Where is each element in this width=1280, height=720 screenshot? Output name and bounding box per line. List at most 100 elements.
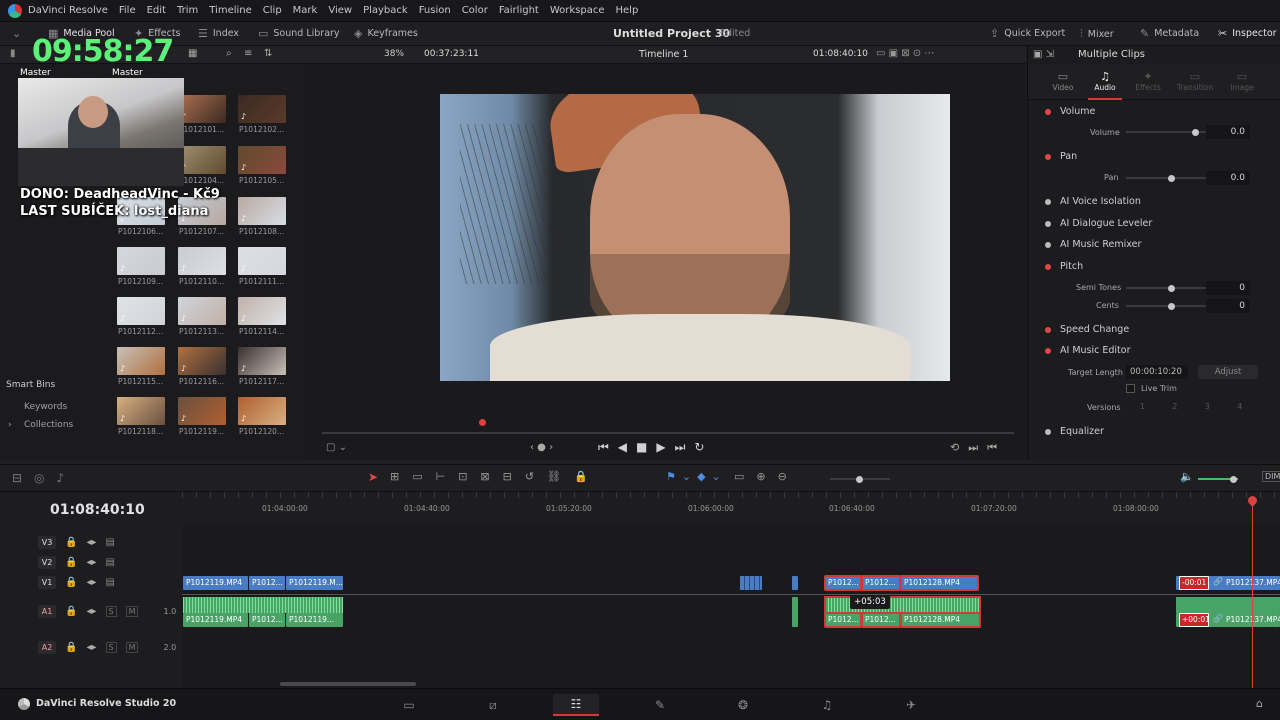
lock-icon[interactable]: 🔒 (65, 577, 77, 588)
video-clip[interactable]: P1012119.M... (286, 576, 343, 590)
menu-view[interactable]: View (328, 5, 352, 16)
mute-button[interactable]: M (125, 641, 139, 653)
volume-section[interactable]: Volume (1045, 106, 1095, 117)
menu-edit[interactable]: Edit (147, 5, 166, 16)
enable-dot-icon[interactable] (1045, 263, 1051, 270)
menu-fusion[interactable]: Fusion (419, 5, 451, 16)
selected-video-clip[interactable]: P1012... (861, 575, 901, 591)
image-tab[interactable]: ▭ Image (1224, 70, 1260, 92)
selected-video-clip[interactable]: P1012128.MP4 (900, 575, 979, 591)
video-clip-fragment[interactable] (792, 576, 798, 590)
metadata-button[interactable]: ✎ Metadata (1140, 27, 1199, 40)
clip-thumbnail[interactable]: ♪ (178, 95, 226, 123)
enable-dot-icon[interactable] (1045, 153, 1051, 160)
target-length-field[interactable]: 00:00:10:20 (1126, 365, 1188, 379)
dim-button[interactable]: DIM (1262, 471, 1280, 482)
timeline-playhead[interactable] (1252, 496, 1253, 688)
dialogue-leveler-section[interactable]: AI Dialogue Leveler (1045, 218, 1152, 229)
home-icon[interactable]: ⌂ (1256, 697, 1263, 710)
clip-thumbnail[interactable]: ♪ (117, 297, 165, 325)
audio-clip[interactable]: P1012... (249, 613, 285, 627)
transport-controls[interactable]: ⏮◀■▶⏭↻ (598, 440, 713, 455)
enable-track-icon[interactable]: ▤ (106, 537, 115, 548)
zoom-slider[interactable] (830, 475, 890, 483)
auto-select-icon[interactable]: ◂▸ (86, 537, 96, 548)
clip-thumbnail[interactable]: ♪ (178, 397, 226, 425)
pan-section[interactable]: Pan (1045, 151, 1077, 162)
zoom-icons[interactable]: ▭⊕⊖ (734, 470, 799, 483)
collections-bin[interactable]: Collections (24, 420, 73, 430)
music-remixer-section[interactable]: AI Music Remixer (1045, 239, 1141, 250)
enable-dot-icon[interactable] (1045, 428, 1051, 435)
color-page-button[interactable]: ❂ (720, 694, 766, 716)
menu-clip[interactable]: Clip (263, 5, 282, 16)
clip-thumbnail[interactable]: ♪ (117, 397, 165, 425)
audio-clip[interactable]: P1012119... (286, 613, 343, 627)
video-clip[interactable]: P1012... (249, 576, 285, 590)
menu-trim[interactable]: Trim (177, 5, 198, 16)
collections-chevron-icon[interactable]: › (8, 420, 12, 430)
version-selector[interactable]: 1234 (1126, 402, 1256, 414)
lock-icon[interactable]: 🔒 (65, 642, 77, 653)
semi-tones-slider[interactable] (1126, 284, 1216, 292)
timeline-selector[interactable]: Timeline 1 (639, 49, 688, 60)
selected-audio-clip[interactable]: P1012... (861, 612, 901, 628)
clip-thumbnail[interactable]: ♪ (238, 197, 286, 225)
video-clip-fragments[interactable] (740, 576, 762, 590)
enable-dot-icon[interactable] (1045, 220, 1051, 227)
speed-change-section[interactable]: Speed Change (1045, 324, 1129, 335)
volume-value[interactable]: 0.0 (1206, 125, 1250, 139)
grid-view-icon[interactable]: ▦ (188, 48, 197, 59)
clip-thumbnail[interactable]: ♪ (238, 347, 286, 375)
panel-toggle-icon[interactable]: ▮ (10, 48, 16, 59)
menu-fairlight[interactable]: Fairlight (499, 5, 539, 16)
loop-controls[interactable]: ⟲⏭⏮ (950, 441, 1006, 455)
cents-slider[interactable] (1126, 302, 1216, 310)
flag-marker-icons[interactable]: ⚑⌄◆⌄ (666, 470, 727, 483)
solo-button[interactable]: S (105, 605, 117, 617)
pitch-section[interactable]: Pitch (1045, 261, 1083, 272)
inspector-layout-icon[interactable]: ▣ ⇲ (1033, 49, 1054, 60)
video-tab[interactable]: ▭ Video (1046, 70, 1080, 92)
timeline-scrollbar[interactable] (280, 682, 416, 686)
menu-app[interactable]: DaVinci Resolve (28, 5, 108, 16)
volume-slider[interactable] (1126, 128, 1216, 136)
clip-thumbnail[interactable]: ♪ (178, 247, 226, 275)
enable-dot-icon[interactable] (1045, 347, 1051, 354)
cents-value[interactable]: 0 (1206, 299, 1250, 313)
menu-file[interactable]: File (119, 5, 136, 16)
jog-icon[interactable]: ‹ ● › (530, 442, 553, 453)
filter-icon[interactable]: ⇅ (264, 48, 272, 59)
clip-thumbnail[interactable]: ♪ (238, 95, 286, 123)
audio-clip[interactable]: P1012119.MP4 (183, 613, 248, 627)
enable-dot-icon[interactable] (1045, 108, 1051, 115)
mute-button[interactable]: M (125, 605, 139, 617)
viewer-scrubber[interactable] (322, 432, 1014, 434)
effects-tab[interactable]: ✦ Effects (1130, 70, 1166, 92)
selected-video-clip[interactable]: P1012... (824, 575, 862, 591)
cut-page-button[interactable]: ⧄ (470, 694, 516, 716)
solo-button[interactable]: S (105, 641, 117, 653)
timeline-ruler[interactable]: 01:04:00:00 01:04:40:00 01:05:20:00 01:0… (182, 492, 1280, 524)
viewer-mode-icon[interactable]: ▢ ⌄ (326, 442, 347, 453)
fusion-page-button[interactable]: ✎ (637, 694, 683, 716)
live-trim-checkbox[interactable] (1126, 384, 1135, 393)
fairlight-page-button[interactable]: ♫ (804, 694, 850, 716)
layout-icons[interactable]: ⊟◎♪ (12, 471, 76, 485)
playhead-marker[interactable] (479, 419, 486, 426)
viewer-options-icon[interactable]: ▭ ▣ ⊠ ⊙ ⋯ (876, 48, 934, 59)
index-button[interactable]: ☰ Index (198, 27, 239, 40)
adjust-button[interactable]: Adjust (1198, 365, 1258, 379)
clip-thumbnail[interactable]: ♪ (178, 146, 226, 174)
menu-timeline[interactable]: Timeline (209, 5, 252, 16)
lock-icon[interactable]: 🔒 (65, 557, 77, 568)
keyframes-button[interactable]: ◈ Keyframes (354, 27, 418, 40)
auto-select-icon[interactable]: ◂▸ (86, 557, 96, 568)
menu-workspace[interactable]: Workspace (550, 5, 605, 16)
auto-select-icon[interactable]: ◂▸ (86, 606, 96, 617)
clip-thumbnail[interactable]: ♪ (117, 247, 165, 275)
media-page-button[interactable]: ▭ (386, 694, 432, 716)
selected-audio-clip[interactable]: P1012... (824, 612, 862, 628)
music-editor-section[interactable]: AI Music Editor (1045, 345, 1131, 356)
clip-thumbnail[interactable]: ♪ (238, 297, 286, 325)
